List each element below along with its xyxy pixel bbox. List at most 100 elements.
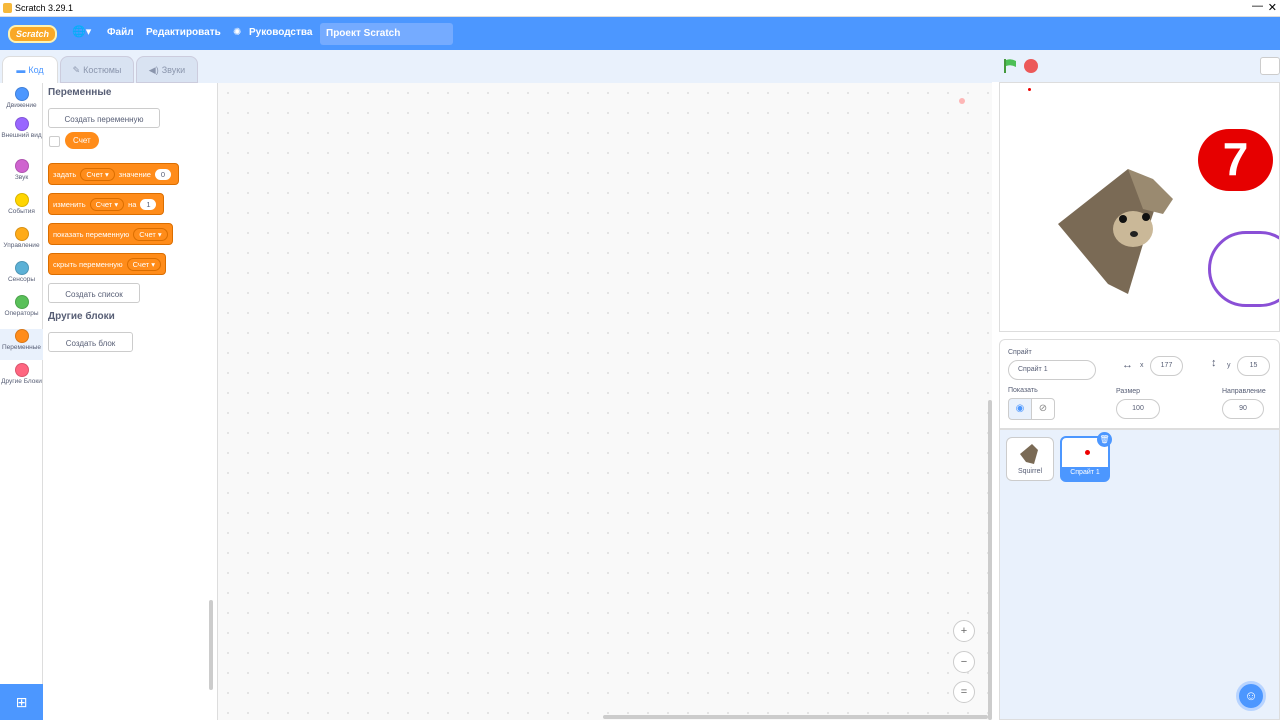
y-label: y — [1227, 362, 1231, 369]
speaker-icon: ◀) — [148, 65, 159, 75]
code-icon: ▬ — [16, 65, 26, 75]
control-dot-icon — [14, 227, 29, 241]
direction-input[interactable]: 90 — [1222, 399, 1264, 419]
set-variable-block[interactable]: задать Счет ▾ значение 0 — [48, 163, 179, 185]
sprite-info-panel: Спрайт Спрайт 1 ↔ x 177 ↕ y 15 Показать … — [999, 339, 1280, 429]
language-menu[interactable]: 🌐▾ — [72, 25, 91, 38]
squirrel-sprite[interactable] — [1058, 169, 1188, 304]
category-label: Звук — [14, 174, 29, 181]
tab-code-label: Код — [28, 65, 44, 75]
sprite-name-input[interactable]: Спрайт 1 — [1008, 360, 1096, 380]
choose-sprite-button[interactable]: ☺ — [1236, 681, 1266, 711]
block-text: показать переменную — [53, 229, 130, 239]
looks-dot-icon — [14, 117, 29, 131]
show-label: Показать — [1008, 387, 1038, 394]
myblocks-dot-icon — [14, 363, 29, 377]
block-palette: Переменные Создать переменную Счет задат… — [43, 83, 218, 720]
hide-sprite-eye-icon[interactable]: ⊘ — [1031, 398, 1055, 420]
block-text: задать — [53, 169, 77, 179]
change-variable-block[interactable]: изменить Счет ▾ на 1 — [48, 193, 164, 215]
stage-size-toggle-button[interactable] — [1260, 57, 1280, 75]
close-button[interactable]: ✕ — [1268, 1, 1277, 14]
block-text: изменить — [53, 199, 86, 209]
tutorials-menu[interactable]: Руководства — [249, 27, 312, 38]
category-motion[interactable]: Движение — [0, 83, 43, 114]
variable-dropdown[interactable]: Счет ▾ — [80, 167, 115, 181]
make-list-button[interactable]: Создать список — [48, 283, 140, 303]
workspace-scrollbar-v[interactable] — [988, 400, 992, 720]
edit-menu[interactable]: Редактировать — [146, 27, 221, 38]
category-menu: Движение Внешний вид Звук События Управл… — [0, 83, 43, 720]
size-input[interactable]: 100 — [1116, 399, 1160, 419]
variable-dropdown[interactable]: Счет ▾ — [133, 227, 168, 241]
variable-dropdown[interactable]: Счет ▾ — [126, 257, 162, 271]
app-icon — [3, 3, 12, 13]
x-input[interactable]: 177 — [1150, 356, 1183, 376]
editor-tabs: ▬ Код ✎ Костюмы ◀) Звуки — [0, 56, 220, 83]
variable-checkbox[interactable] — [49, 136, 60, 147]
squirrel-thumbnail-icon — [1020, 444, 1038, 464]
scratch-logo[interactable]: Scratch — [8, 25, 57, 43]
zoom-reset-button[interactable]: = — [953, 681, 975, 703]
size-label: Размер — [1116, 388, 1141, 395]
show-sprite-eye-icon[interactable]: ◉ — [1008, 398, 1032, 420]
tab-costumes-label: Костюмы — [83, 65, 122, 75]
palette-scrollbar[interactable] — [209, 600, 213, 690]
variables-dot-icon — [14, 329, 29, 343]
sprite-label: Спрайт — [1008, 349, 1032, 356]
delete-sprite-icon[interactable]: 🗑 — [1097, 432, 1112, 447]
workspace-scrollbar-h[interactable] — [603, 715, 988, 719]
category-label: Внешний вид — [1, 132, 42, 139]
category-events[interactable]: События — [0, 193, 43, 224]
number-sprite[interactable]: 7 — [1198, 129, 1273, 191]
category-label: Операторы — [4, 310, 39, 317]
zoom-out-button[interactable]: − — [953, 651, 975, 673]
category-label: Переменные — [1, 344, 42, 351]
category-myblocks[interactable]: Другие Блоки — [0, 363, 43, 399]
make-variable-button[interactable]: Создать переменную — [48, 108, 160, 128]
section-title-variables: Переменные — [48, 87, 112, 98]
project-title-input[interactable]: Проект Scratch — [320, 23, 453, 45]
stop-icon[interactable] — [1024, 59, 1038, 73]
category-operators[interactable]: Операторы — [0, 295, 43, 326]
tab-code[interactable]: ▬ Код — [2, 56, 58, 83]
zoom-in-button[interactable]: + — [953, 620, 975, 642]
value-input[interactable]: 1 — [140, 198, 157, 210]
category-sensing[interactable]: Сенсоры — [0, 261, 43, 292]
tab-sounds[interactable]: ◀) Звуки — [136, 56, 198, 83]
window-titlebar: Scratch 3.29.1 — ✕ — [0, 0, 1280, 17]
sprite-list: Squirrel Спрайт 1 🗑 — [999, 429, 1280, 720]
value-input[interactable]: 0 — [154, 168, 171, 180]
tutorials-icon: ✺ — [233, 27, 242, 38]
variable-dropdown[interactable]: Счет ▾ — [89, 197, 125, 211]
stage-header — [992, 50, 1280, 82]
operators-dot-icon — [14, 295, 29, 309]
file-menu[interactable]: Файл — [107, 27, 134, 38]
category-variables[interactable]: Переменные — [0, 329, 43, 360]
category-control[interactable]: Управление — [0, 227, 43, 258]
y-arrows-icon: ↕ — [1211, 357, 1217, 369]
variable-reporter[interactable]: Счет — [65, 132, 99, 149]
sensing-dot-icon — [14, 261, 29, 275]
stage[interactable]: 7 — [999, 82, 1280, 332]
add-extension-button[interactable]: ⊞ — [0, 684, 43, 720]
extension-icon: ⊞ — [15, 694, 28, 710]
make-block-button[interactable]: Создать блок — [48, 332, 133, 352]
category-looks[interactable]: Внешний вид — [0, 117, 43, 156]
code-workspace[interactable]: + − = — [218, 83, 992, 720]
minimize-button[interactable]: — — [1252, 0, 1263, 12]
hide-variable-block[interactable]: скрыть переменную Счет ▾ — [48, 253, 166, 275]
sprite-thumbnail-icon — [959, 98, 965, 104]
category-sound[interactable]: Звук — [0, 159, 43, 190]
red-dot-sprite — [1028, 88, 1031, 91]
purple-ellipse-sprite[interactable] — [1208, 231, 1279, 307]
sprite-tile-label: Squirrel — [1017, 468, 1043, 475]
block-text: скрыть переменную — [53, 259, 123, 269]
tab-costumes[interactable]: ✎ Костюмы — [60, 56, 134, 83]
green-flag-icon[interactable] — [1002, 58, 1018, 74]
sprite-tile-squirrel[interactable]: Squirrel — [1006, 437, 1054, 481]
y-input[interactable]: 15 — [1237, 356, 1270, 376]
block-text: на — [128, 199, 137, 209]
show-variable-block[interactable]: показать переменную Счет ▾ — [48, 223, 173, 245]
category-label: Другие Блоки — [1, 378, 42, 385]
